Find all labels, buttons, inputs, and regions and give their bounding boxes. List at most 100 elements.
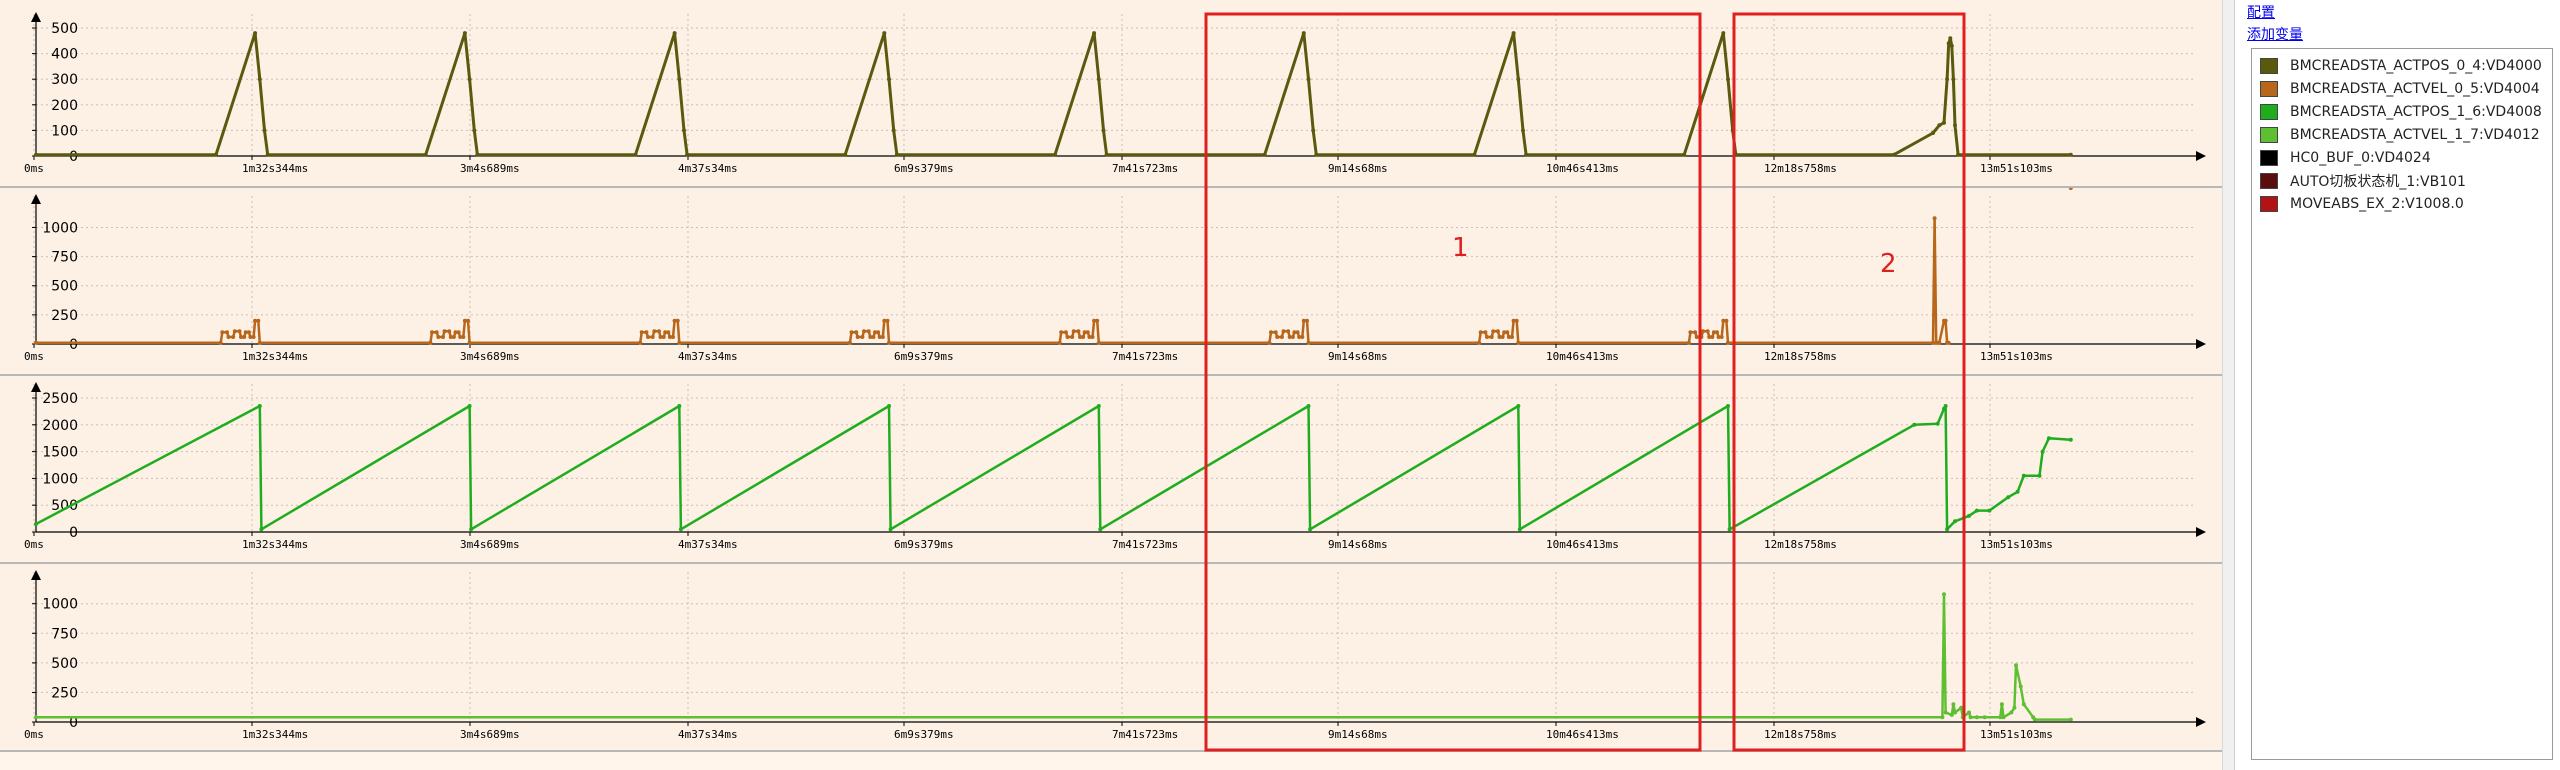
data-point — [232, 329, 237, 334]
data-point — [1516, 404, 1521, 408]
legend-label: BMCREADSTA_ACTVEL_1_7:VD4012 — [2290, 127, 2540, 143]
data-point — [1987, 508, 1992, 513]
data-point — [1974, 508, 1979, 513]
data-point — [657, 329, 661, 334]
x-tick-label: 13m51s103ms — [1980, 350, 2053, 363]
data-point — [1065, 335, 1070, 339]
data-point — [1053, 152, 1057, 157]
y-tick-label: 0 — [69, 337, 78, 353]
data-point — [639, 330, 644, 335]
y-tick-label: 500 — [51, 656, 78, 672]
data-point — [661, 335, 666, 339]
y-tick-label: 1000 — [42, 471, 78, 487]
data-point — [894, 152, 899, 157]
data-point — [1943, 710, 1948, 715]
x-tick-label: 10m46s413ms — [1546, 538, 1619, 551]
y-tick-label: 250 — [51, 308, 78, 324]
data-point — [860, 335, 865, 339]
legend-item[interactable]: BMCREADSTA_ACTPOS_1_6:VD4008 — [2260, 101, 2542, 123]
x-tick-label: 13m51s103ms — [1980, 162, 2053, 175]
data-point — [1500, 335, 1505, 339]
data-point — [666, 330, 671, 335]
data-point — [1730, 128, 1735, 133]
data-point — [1960, 715, 1965, 720]
data-point — [2068, 717, 2073, 722]
data-point — [1982, 715, 1987, 720]
legend-item[interactable]: AUTO切板状态机_1:VB101 — [2260, 170, 2466, 192]
data-point — [891, 128, 896, 133]
data-point — [434, 330, 439, 335]
data-point — [1951, 702, 1956, 707]
data-point — [34, 340, 38, 345]
data-point — [1306, 77, 1311, 82]
data-point — [442, 329, 447, 334]
x-tick-label: 4m37s34ms — [678, 162, 738, 175]
data-point — [1286, 329, 1291, 334]
data-point — [237, 329, 242, 334]
data-point — [871, 335, 876, 339]
legend-item[interactable]: BMCREADSTA_ACTVEL_1_7:VD4012 — [2260, 124, 2540, 146]
data-point — [1273, 330, 1278, 335]
add-variable-link[interactable]: 添加变量 — [2247, 24, 2303, 44]
chart-panel-1[interactable]: 0 100 200 300 400 500 0ms 1m32s344ms 3m4s689ms 4m… — [0, 0, 2222, 186]
data-point — [1946, 41, 1951, 46]
data-point — [1688, 330, 1693, 335]
chart-panel-3[interactable]: 0 500 1000 1500 2000 2500 0ms 1m32s344ms 3m4s689… — [0, 376, 2222, 562]
x-tick-label: 7m41s723ms — [1112, 728, 1178, 741]
chart-panel-2[interactable]: 0 250 500 750 1000 0ms 1m32s344ms 3m4s689ms 4m37… — [0, 188, 2222, 374]
x-tick-label: 12m18s758ms — [1764, 350, 1837, 363]
legend-swatch — [2260, 173, 2278, 189]
data-point — [466, 318, 470, 323]
next-panel-strip — [0, 752, 2222, 770]
data-point — [887, 340, 891, 345]
data-point — [866, 329, 871, 334]
y-tick-label: 0 — [69, 525, 78, 541]
data-point — [1943, 318, 1948, 323]
x-tick-label: 1m32s344ms — [242, 162, 308, 175]
x-tick-label: 3m4s689ms — [460, 538, 520, 551]
data-point — [226, 335, 231, 339]
x-tick-label: 1m32s344ms — [242, 350, 308, 363]
data-point — [677, 404, 682, 408]
data-point — [675, 318, 680, 323]
data-point — [1057, 340, 1062, 345]
data-point — [652, 329, 657, 334]
data-point — [218, 340, 223, 345]
data-point — [1516, 77, 1521, 82]
data-point — [220, 330, 225, 335]
x-tick-label: 9m14s68ms — [1328, 538, 1388, 551]
data-point — [1701, 329, 1705, 334]
legend-item[interactable]: MOVEABS_EX_2:V1008.0 — [2260, 193, 2464, 215]
panel-background — [0, 376, 2222, 562]
x-tick-label: 7m41s723ms — [1112, 350, 1178, 363]
legend-swatch — [2260, 58, 2278, 74]
config-link[interactable]: 配置 — [2247, 2, 2275, 22]
x-tick-label: 1m32s344ms — [242, 538, 308, 551]
data-point — [214, 152, 218, 157]
legend-item[interactable]: BMCREADSTA_ACTVEL_0_5:VD4004 — [2260, 78, 2540, 100]
data-point — [1726, 77, 1730, 82]
y-tick-label: 1500 — [42, 445, 78, 461]
data-point — [231, 335, 236, 339]
legend-item[interactable]: HC0_BUF_0:VD4024 — [2260, 147, 2431, 169]
data-point — [1311, 128, 1316, 133]
data-point — [677, 340, 682, 345]
data-point — [251, 335, 256, 339]
data-point — [436, 335, 441, 339]
data-point — [1071, 329, 1076, 334]
y-tick-label: 500 — [51, 498, 78, 514]
data-point — [1096, 404, 1101, 408]
y-tick-label: 400 — [51, 47, 78, 63]
x-tick-label: 12m18s758ms — [1764, 538, 1837, 551]
data-point — [646, 335, 650, 339]
data-point — [1262, 152, 1267, 157]
legend-item[interactable]: BMCREADSTA_ACTPOS_0_4:VD4000 — [2260, 55, 2542, 77]
x-tick-label: 13m51s103ms — [1980, 538, 2053, 551]
data-point — [1951, 77, 1956, 82]
data-point — [1517, 527, 1522, 532]
chart-panel-4[interactable]: 025050075010000ms 1m32s344ms 3m4s689ms 4m37… — [0, 564, 2222, 750]
data-point — [1096, 77, 1101, 82]
data-point — [441, 335, 445, 339]
data-point — [1694, 335, 1699, 339]
x-tick-label: 0ms — [24, 538, 44, 551]
